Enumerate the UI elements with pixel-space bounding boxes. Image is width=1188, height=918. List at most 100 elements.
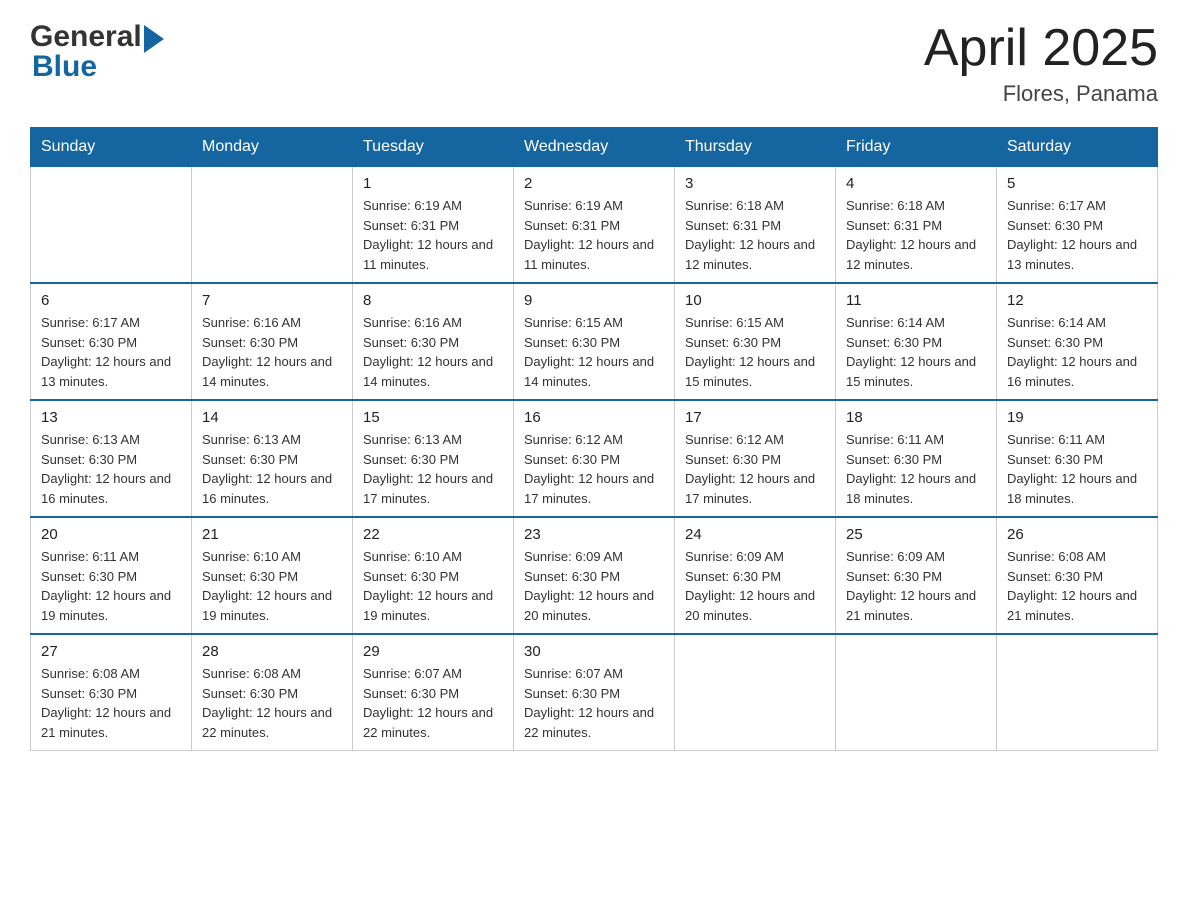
sunrise-text: Sunrise: 6:09 AM: [846, 549, 945, 564]
sunset-text: Sunset: 6:30 PM: [685, 335, 781, 350]
daylight-text: Daylight: 12 hours and 14 minutes.: [202, 354, 332, 389]
sunrise-text: Sunrise: 6:18 AM: [685, 198, 784, 213]
logo: General Blue: [30, 20, 164, 84]
sunrise-text: Sunrise: 6:13 AM: [41, 432, 140, 447]
sunset-text: Sunset: 6:30 PM: [363, 686, 459, 701]
sunset-text: Sunset: 6:30 PM: [363, 569, 459, 584]
day-info: Sunrise: 6:08 AMSunset: 6:30 PMDaylight:…: [202, 664, 342, 742]
calendar-week-row: 13Sunrise: 6:13 AMSunset: 6:30 PMDayligh…: [31, 400, 1158, 517]
table-row: 26Sunrise: 6:08 AMSunset: 6:30 PMDayligh…: [997, 517, 1158, 634]
calendar-location: Flores, Panama: [924, 81, 1158, 107]
daylight-text: Daylight: 12 hours and 18 minutes.: [846, 471, 976, 506]
day-number: 22: [363, 526, 503, 543]
table-row: 2Sunrise: 6:19 AMSunset: 6:31 PMDaylight…: [514, 167, 675, 284]
day-number: 15: [363, 409, 503, 426]
sunset-text: Sunset: 6:31 PM: [524, 218, 620, 233]
daylight-text: Daylight: 12 hours and 17 minutes.: [524, 471, 654, 506]
day-number: 13: [41, 409, 181, 426]
sunrise-text: Sunrise: 6:10 AM: [202, 549, 301, 564]
daylight-text: Daylight: 12 hours and 16 minutes.: [202, 471, 332, 506]
day-number: 14: [202, 409, 342, 426]
day-number: 24: [685, 526, 825, 543]
sunrise-text: Sunrise: 6:14 AM: [846, 315, 945, 330]
day-number: 21: [202, 526, 342, 543]
sunset-text: Sunset: 6:30 PM: [524, 686, 620, 701]
calendar-week-row: 27Sunrise: 6:08 AMSunset: 6:30 PMDayligh…: [31, 634, 1158, 751]
sunrise-text: Sunrise: 6:19 AM: [363, 198, 462, 213]
day-number: 28: [202, 643, 342, 660]
sunrise-text: Sunrise: 6:11 AM: [846, 432, 944, 447]
sunset-text: Sunset: 6:30 PM: [1007, 569, 1103, 584]
day-info: Sunrise: 6:12 AMSunset: 6:30 PMDaylight:…: [685, 430, 825, 508]
daylight-text: Daylight: 12 hours and 21 minutes.: [41, 705, 171, 740]
daylight-text: Daylight: 12 hours and 20 minutes.: [685, 588, 815, 623]
sunrise-text: Sunrise: 6:19 AM: [524, 198, 623, 213]
sunrise-text: Sunrise: 6:16 AM: [202, 315, 301, 330]
table-row: 27Sunrise: 6:08 AMSunset: 6:30 PMDayligh…: [31, 634, 192, 751]
table-row: 29Sunrise: 6:07 AMSunset: 6:30 PMDayligh…: [353, 634, 514, 751]
day-number: 17: [685, 409, 825, 426]
day-number: 26: [1007, 526, 1147, 543]
sunset-text: Sunset: 6:30 PM: [685, 569, 781, 584]
sunset-text: Sunset: 6:30 PM: [1007, 452, 1103, 467]
table-row: 17 Sunrise: 6:12 AMSunset: 6:30 PMDayligh…: [675, 400, 836, 517]
day-info: Sunrise: 6:08 AMSunset: 6:30 PMDaylight:…: [1007, 547, 1147, 625]
day-number: 23: [524, 526, 664, 543]
calendar-table: Sunday Monday Tuesday Wednesday Thursday…: [30, 127, 1158, 751]
day-number: 25: [846, 526, 986, 543]
day-number: 16: [524, 409, 664, 426]
sunrise-text: Sunrise: 6:15 AM: [524, 315, 623, 330]
table-row: 18 Sunrise: 6:11 AM Sunset: 6:30 PM Dayligh…: [836, 400, 997, 517]
sunrise-text: Sunrise: 6:17 AM: [41, 315, 140, 330]
sunset-text: Sunset: 6:31 PM: [685, 218, 781, 233]
daylight-text: Daylight: 12 hours and 15 minutes.: [685, 354, 815, 389]
day-info: Sunrise: 6:19 AMSunset: 6:31 PMDaylight:…: [363, 196, 503, 274]
day-info: Sunrise: 6:16 AMSunset: 6:30 PMDaylight:…: [202, 313, 342, 391]
day-info: Sunrise: 6:11 AMSunset: 6:30 PMDaylight:…: [1007, 430, 1147, 508]
daylight-text: Daylight: 12 hours and 13 minutes.: [1007, 237, 1137, 272]
sunset-text: Sunset: 6:30 PM: [524, 335, 620, 350]
table-row: 25 Sunrise: 6:09 AM Sunset: 6:30 PM Dayligh…: [836, 517, 997, 634]
sunrise-text: Sunrise: 6:08 AM: [1007, 549, 1106, 564]
day-number: 9: [524, 292, 664, 309]
daylight-text: Daylight: 12 hours and 20 minutes.: [524, 588, 654, 623]
sunrise-text: Sunrise: 6:11 AM: [1007, 432, 1105, 447]
col-thursday: Thursday: [675, 128, 836, 167]
day-number: 11: [846, 292, 986, 309]
day-info: Sunrise: 6:12 AMSunset: 6:30 PMDaylight:…: [524, 430, 664, 508]
daylight-text: Daylight: 12 hours and 14 minutes.: [363, 354, 493, 389]
daylight-text: Daylight: 12 hours and 21 minutes.: [846, 588, 976, 623]
day-number: 2: [524, 175, 664, 192]
day-info: Sunrise: 6:09 AMSunset: 6:30 PMDaylight:…: [685, 547, 825, 625]
day-info: Sunrise: 6:11 AMSunset: 6:30 PMDaylight:…: [41, 547, 181, 625]
day-number: 18: [846, 409, 986, 426]
day-info: Sunrise: 6:07 AMSunset: 6:30 PMDaylight:…: [524, 664, 664, 742]
table-row: [836, 634, 997, 751]
col-friday: Friday: [836, 128, 997, 167]
table-row: 30 Sunrise: 6:07 AMSunset: 6:30 PMDayligh…: [514, 634, 675, 751]
daylight-text: Daylight: 12 hours and 16 minutes.: [41, 471, 171, 506]
daylight-text: Daylight: 12 hours and 19 minutes.: [202, 588, 332, 623]
day-info: Sunrise: 6:13 AMSunset: 6:30 PMDaylight:…: [41, 430, 181, 508]
sunrise-text: Sunrise: 6:14 AM: [1007, 315, 1106, 330]
daylight-text: Daylight: 12 hours and 16 minutes.: [1007, 354, 1137, 389]
day-number: 30: [524, 643, 664, 660]
table-row: 8Sunrise: 6:16 AMSunset: 6:30 PMDaylight…: [353, 283, 514, 400]
day-info: Sunrise: 6:14 AMSunset: 6:30 PMDaylight:…: [846, 313, 986, 391]
day-number: 19: [1007, 409, 1147, 426]
sunrise-text: Sunrise: 6:11 AM: [41, 549, 139, 564]
daylight-text: Daylight: 12 hours and 22 minutes.: [524, 705, 654, 740]
col-sunday: Sunday: [31, 128, 192, 167]
sunset-text: Sunset: 6:30 PM: [41, 569, 137, 584]
table-row: 12Sunrise: 6:14 AMSunset: 6:30 PMDayligh…: [997, 283, 1158, 400]
sunrise-text: Sunrise: 6:08 AM: [202, 666, 301, 681]
table-row: [675, 634, 836, 751]
daylight-text: Daylight: 12 hours and 17 minutes.: [685, 471, 815, 506]
table-row: 13 Sunrise: 6:13 AMSunset: 6:30 PMDayligh…: [31, 400, 192, 517]
sunset-text: Sunset: 6:30 PM: [846, 569, 942, 584]
col-saturday: Saturday: [997, 128, 1158, 167]
sunrise-text: Sunrise: 6:08 AM: [41, 666, 140, 681]
sunrise-text: Sunrise: 6:09 AM: [524, 549, 623, 564]
logo-general-text: General: [30, 20, 142, 54]
sunset-text: Sunset: 6:30 PM: [846, 452, 942, 467]
